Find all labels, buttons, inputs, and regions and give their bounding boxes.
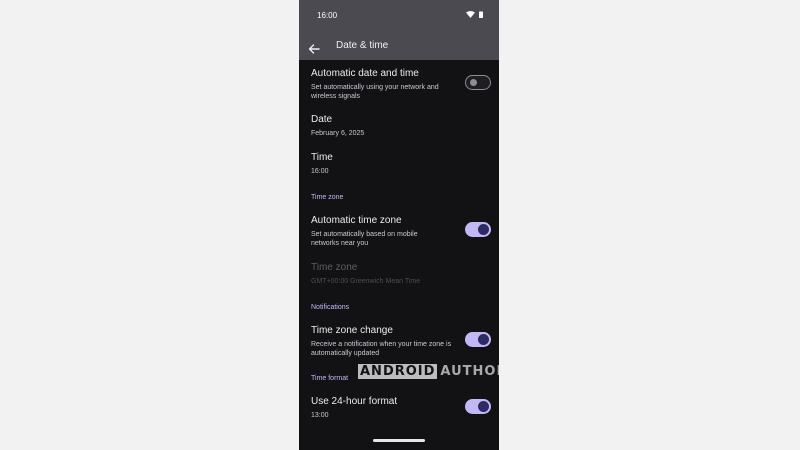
setting-title: Time zone change [311,325,393,336]
home-indicator[interactable] [373,439,425,442]
watermark: ANDROIDAUTHORITY [358,364,499,379]
setting-title: Use 24-hour format [311,396,398,407]
setting-title: Automatic date and time [311,68,419,79]
back-arrow-icon[interactable] [308,41,320,54]
watermark-part1: ANDROID [358,364,438,379]
page-title: Date & time [336,40,389,51]
status-icons [466,11,483,18]
setting-value: GMT+00:00 Greenwich Mean Time [311,278,421,285]
status-time: 16:00 [317,11,338,20]
automatic-date-time-toggle[interactable] [465,75,491,90]
setting-date[interactable]: Date February 6, 2025 [311,114,491,138]
app-bar: Date & time [299,32,499,60]
toggle-knob [478,224,489,235]
status-bar: 16:00 [299,0,499,32]
setting-automatic-date-time[interactable]: Automatic date and time Set automaticall… [311,68,491,101]
section-header-time-format: Time format [311,375,349,382]
toggle-knob [469,78,477,86]
phone-screen: 16:00 Date & time Automatic date and tim… [299,0,499,450]
setting-time-zone-change[interactable]: Time zone change Receive a notification … [311,325,491,358]
wifi-icon [466,11,475,18]
setting-time-zone: Time zone GMT+00:00 Greenwich Mean Time [311,262,491,286]
setting-time[interactable]: Time 16:00 [311,152,491,176]
setting-subtitle: Receive a notification when your time zo… [311,341,452,357]
setting-use-24-hour[interactable]: Use 24-hour format 13:00 [311,396,491,420]
setting-title: Time [311,152,333,163]
setting-title: Automatic time zone [311,215,402,226]
setting-automatic-time-zone[interactable]: Automatic time zone Set automatically ba… [311,215,491,248]
section-header-time-zone: Time zone [311,194,344,201]
setting-title: Date [311,114,333,125]
section-header-notifications: Notifications [311,304,350,311]
time-zone-change-toggle[interactable] [465,332,491,347]
use-24-hour-toggle[interactable] [465,399,491,414]
automatic-time-zone-toggle[interactable] [465,222,491,237]
setting-value: 16:00 [311,168,329,175]
battery-icon [479,11,483,18]
setting-value: February 6, 2025 [311,130,365,137]
setting-title: Time zone [311,262,358,273]
watermark-part2: AUTHORITY [440,364,499,379]
setting-subtitle: Set automatically using your network and… [311,84,439,100]
toggle-knob [478,334,489,345]
toggle-knob [478,401,489,412]
setting-value: 13:00 [311,412,329,419]
setting-subtitle: Set automatically based on mobile networ… [311,231,418,247]
